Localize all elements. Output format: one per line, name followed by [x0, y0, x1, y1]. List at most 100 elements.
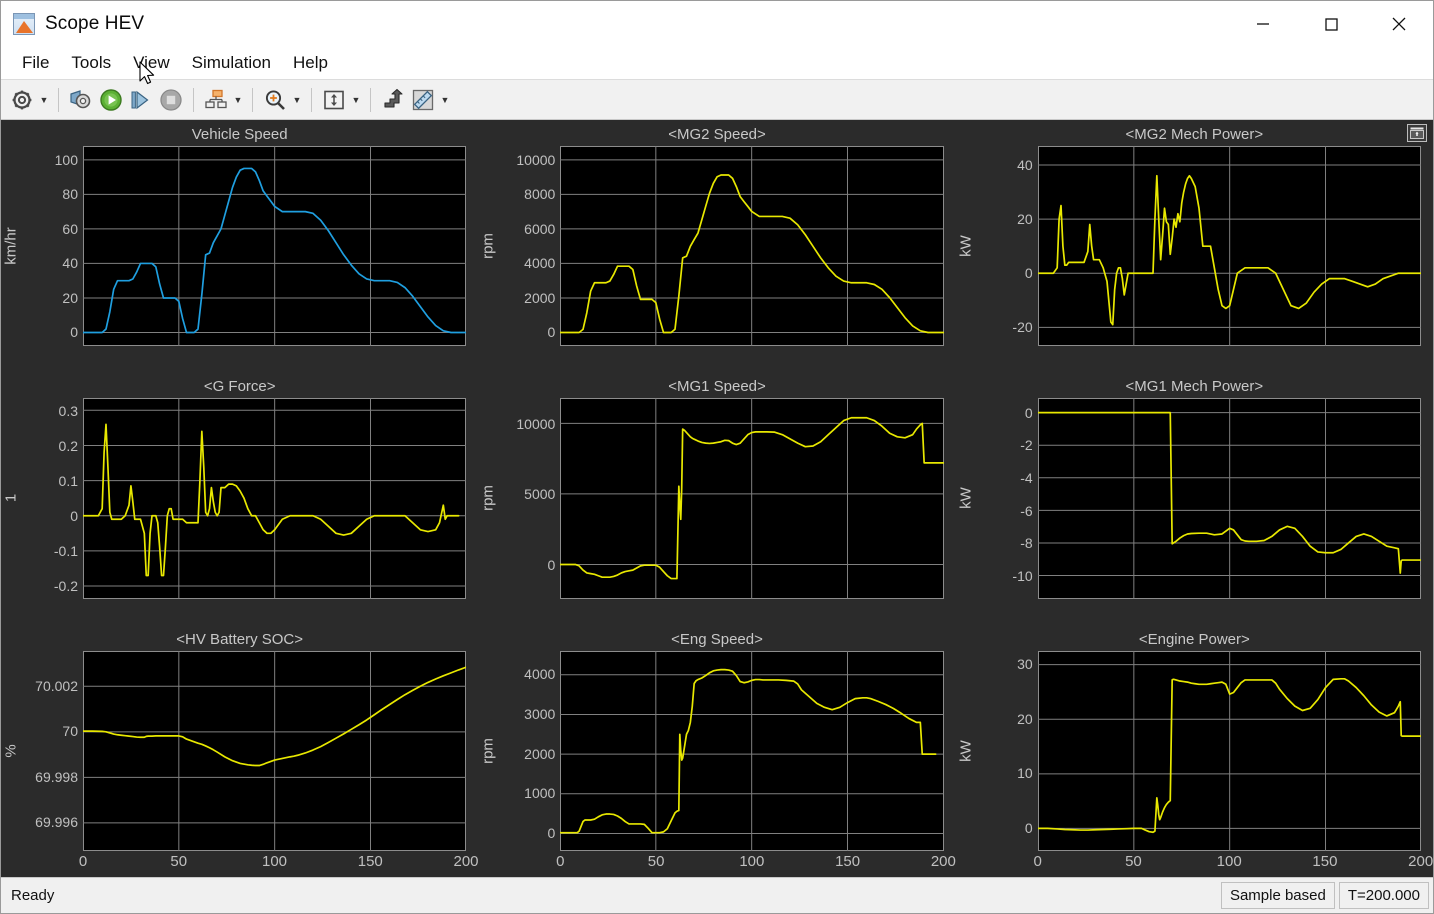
plot-body: 1 -0.2 -0.1 0 0.1 0.2 0.3 [1, 398, 478, 599]
scope-cell[interactable]: <Engine Power> kW 0 10 20 30 0 50 100 150 200 [956, 625, 1433, 877]
scope-cell[interactable]: <MG2 Speed>rpm02000400060008000100000501… [478, 120, 955, 372]
status-simulation-time: T=200.000 [1338, 882, 1429, 909]
plot-title: <G Force> [203, 378, 276, 396]
y-axis-label-text: kW [957, 235, 975, 257]
x-tick-label: 50 [170, 852, 188, 870]
x-tick-label: 150 [835, 852, 861, 870]
plot-axes[interactable] [1037, 146, 1421, 347]
y-axis-label: % [1, 651, 21, 851]
x-tick-label: 200 [930, 852, 956, 870]
x-tick-label: 200 [1408, 852, 1433, 870]
y-tick-label: 80 [62, 186, 78, 203]
y-axis-ticks: 0 10 20 30 [976, 651, 1038, 851]
y-axis-label-text: rpm [479, 485, 497, 512]
minimize-button[interactable] [1229, 1, 1297, 47]
x-tick-label: 200 [453, 852, 479, 870]
close-button[interactable] [1365, 1, 1433, 47]
measurements-icon[interactable] [408, 85, 438, 115]
configuration-properties-icon[interactable] [7, 85, 37, 115]
highlight-signal-icon[interactable] [378, 85, 408, 115]
y-tick-label: 2000 [524, 289, 556, 306]
scope-cell[interactable]: <MG1 Speed>rpm0500010000050100150200 [478, 372, 955, 624]
layout-icon[interactable] [201, 85, 231, 115]
y-axis-ticks: -0.2 -0.1 0 0.1 0.2 0.3 [21, 398, 83, 598]
scope-cell[interactable]: Vehicle Speedkm/hr0204060801000501001502… [1, 120, 478, 372]
play-icon[interactable] [96, 85, 126, 115]
y-tick-label: -2 [1020, 437, 1033, 454]
y-tick-label: 1000 [524, 785, 556, 802]
plot-axes[interactable] [1037, 398, 1421, 599]
y-axis-ticks: 0 5000 10000 [498, 398, 560, 598]
configuration-dropdown-caret[interactable]: ▼ [37, 85, 51, 115]
y-tick-label: 10 [1017, 765, 1033, 782]
y-tick-label: 70.002 [35, 677, 78, 694]
x-axis-ticks: 0 50 100 150 200 [1, 851, 479, 877]
menu-item-simulation[interactable]: Simulation [181, 51, 282, 75]
autoscale-icon[interactable] [319, 85, 349, 115]
plot-body: kW -20 0 20 40 [956, 146, 1433, 347]
x-tick-label: 0 [1033, 852, 1042, 870]
measurements-dropdown-caret[interactable]: ▼ [438, 85, 452, 115]
step-forward-icon[interactable] [126, 85, 156, 115]
plot-axes[interactable] [560, 650, 944, 851]
plot-title: <HV Battery SOC> [176, 630, 304, 648]
y-tick-label: 0 [1024, 265, 1033, 282]
y-axis-ticks: 0 2000 4000 6000 8000 10000 [498, 146, 560, 346]
plot-body: kW 0 10 20 30 [956, 650, 1433, 851]
scope-plot-area: Vehicle Speedkm/hr0204060801000501001502… [1, 120, 1433, 877]
autoscale-dropdown-caret[interactable]: ▼ [349, 85, 363, 115]
y-tick-label: 40 [1017, 156, 1033, 173]
plot-canvas [1037, 146, 1421, 347]
menu-item-help[interactable]: Help [282, 51, 339, 75]
x-axis-ticks: 0 50 100 150 200 [478, 851, 956, 877]
y-tick-label: 0 [1024, 404, 1033, 421]
scope-cell[interactable]: <MG2 Mech Power>kW-2002040050100150200 [956, 120, 1433, 372]
y-tick-label: 20 [1017, 710, 1033, 727]
menu-item-view[interactable]: View [122, 51, 181, 75]
scope-cell[interactable]: <Eng Speed> rpm 0 1000 2000 3000 4000 0 50 100 150… [478, 625, 956, 877]
run-to-time-icon[interactable] [66, 85, 96, 115]
y-tick-label: -10 [1012, 567, 1033, 584]
window-title: Scope HEV [45, 13, 145, 34]
x-tick-label: 150 [1312, 852, 1338, 870]
plot-body: % 69.996 69.998 70 70.002 [1, 650, 478, 851]
plot-title: <MG1 Speed> [668, 378, 766, 396]
scope-cell[interactable]: <MG1 Mech Power>kW-10-8-6-4-200501001502… [956, 372, 1433, 624]
scope-window: Scope HEV File Tools View Simulation Hel… [0, 0, 1434, 914]
float-dock-icon[interactable] [1407, 124, 1427, 142]
y-tick-label: 100 [54, 151, 78, 168]
y-tick-label: 0 [70, 507, 78, 524]
y-tick-label: 4000 [524, 666, 556, 683]
y-tick-label: 70 [62, 723, 78, 740]
plot-axes[interactable] [83, 398, 467, 599]
plot-canvas [83, 398, 467, 599]
scope-cell[interactable]: <HV Battery SOC>% 69.996 69.998 70 70.002 0 50… [1, 625, 479, 877]
plot-axes[interactable] [83, 146, 467, 347]
zoom-dropdown-caret[interactable]: ▼ [290, 85, 304, 115]
scope-cell[interactable]: <G Force>1-0.2-0.100.10.20.3050100150200 [1, 372, 478, 624]
y-axis-label-text: rpm [479, 737, 497, 764]
y-tick-label: 0.1 [58, 472, 78, 489]
plot-canvas [560, 146, 944, 347]
menu-item-file[interactable]: File [11, 51, 60, 75]
maximize-button[interactable] [1297, 1, 1365, 47]
plot-axes[interactable] [83, 650, 467, 851]
y-tick-label: 0 [547, 556, 556, 573]
y-axis-ticks: -10 -8 -6 -4 -2 0 [976, 398, 1038, 598]
window-controls [1229, 1, 1433, 47]
status-bar: Ready Sample based T=200.000 [1, 877, 1433, 913]
plot-canvas [83, 650, 467, 851]
layout-dropdown-caret[interactable]: ▼ [231, 85, 245, 115]
y-axis-label-text: rpm [479, 233, 497, 260]
y-tick-label: 40 [62, 255, 78, 272]
zoom-in-icon[interactable] [260, 85, 290, 115]
y-tick-label: 0 [1024, 819, 1033, 836]
menu-item-tools[interactable]: Tools [60, 51, 122, 75]
plot-axes[interactable] [1037, 650, 1421, 851]
plot-axes[interactable] [560, 398, 944, 599]
y-axis-label-text: km/hr [2, 227, 20, 265]
y-tick-label: 0 [547, 324, 556, 341]
y-tick-label: 20 [1017, 210, 1033, 227]
plot-axes[interactable] [560, 146, 944, 347]
plot-canvas [1037, 650, 1421, 851]
